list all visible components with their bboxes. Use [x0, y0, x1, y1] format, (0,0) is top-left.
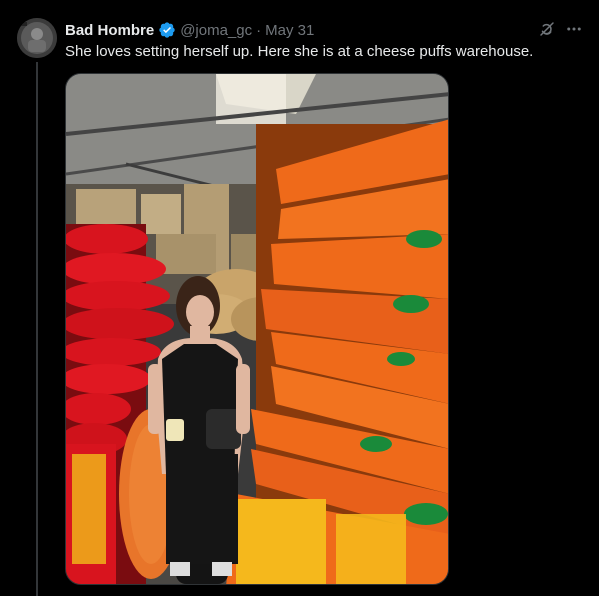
display-name[interactable]: Bad Hombre [65, 22, 154, 39]
timestamp[interactable]: May 31 [265, 22, 314, 39]
avatar[interactable] [17, 18, 57, 58]
warehouse-photo [66, 74, 448, 584]
more-icon[interactable] [564, 19, 584, 39]
thread-line [36, 62, 38, 596]
tweet-text: She loves setting herself up. Here she i… [65, 43, 534, 60]
tweet-header: Bad Hombre @joma_gc · May 31 [65, 19, 599, 41]
handle[interactable]: @joma_gc [180, 22, 252, 39]
separator-dot: · [256, 21, 262, 39]
avatar-image [17, 18, 57, 58]
grok-icon[interactable] [537, 19, 557, 39]
verified-badge-icon [158, 21, 176, 39]
tweet-photo[interactable] [65, 73, 449, 585]
